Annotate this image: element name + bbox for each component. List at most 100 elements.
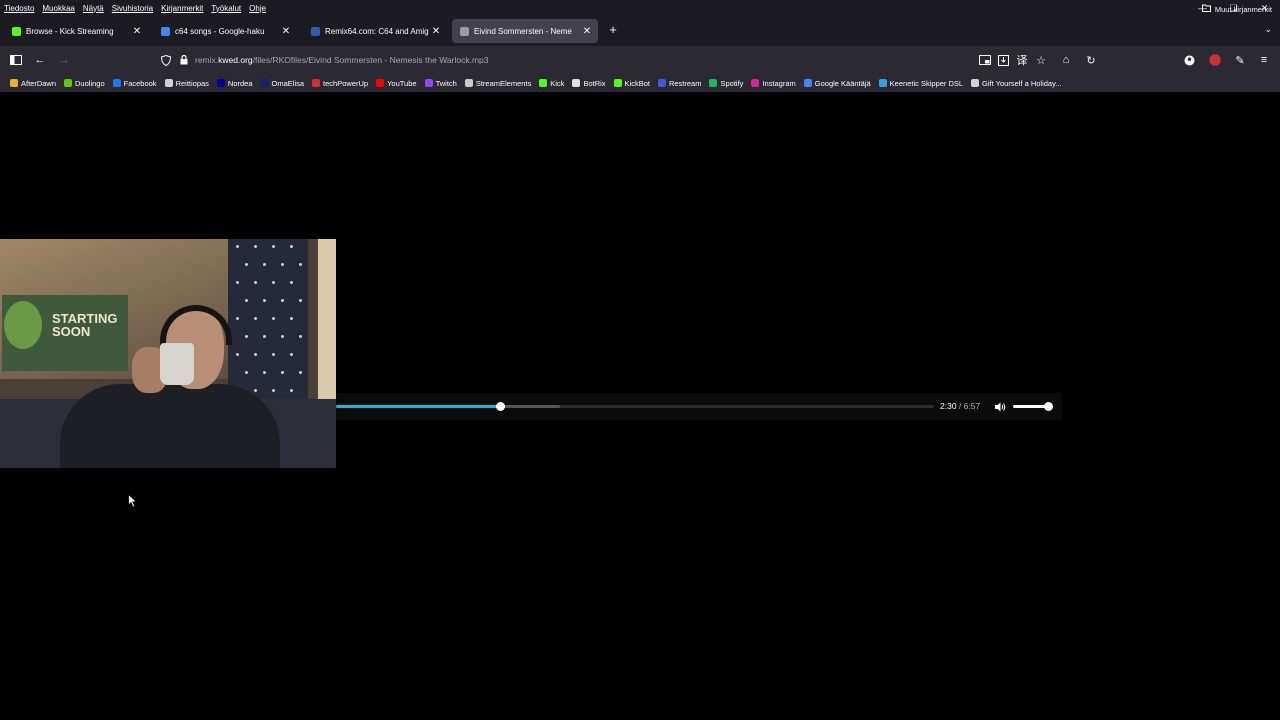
bookmark-favicon-icon — [164, 79, 173, 87]
bookmark-item[interactable]: Facebook — [112, 78, 157, 88]
tracking-shield-icon[interactable] — [158, 52, 174, 68]
tab-close-icon[interactable]: ✕ — [279, 26, 293, 37]
tab-favicon-icon — [311, 26, 320, 36]
curtain-star — [245, 371, 248, 374]
bookmark-item[interactable]: Keenetic Skipper DSL — [878, 79, 963, 88]
adblock-plus-icon[interactable] — [1207, 52, 1223, 68]
bookmark-label: Spotify — [720, 78, 744, 88]
tab-close-icon[interactable]: ✕ — [580, 26, 594, 37]
bookmark-item[interactable]: Spotify — [709, 79, 743, 88]
menu-item-0[interactable]: Tiedosto — [4, 4, 34, 13]
curtain-star — [236, 353, 239, 356]
poster-text: STARTING SOON — [52, 311, 118, 339]
bookmark-item[interactable]: Reittiopas — [164, 79, 209, 88]
curtain-star — [263, 371, 266, 374]
bookmark-item[interactable]: Instagram — [751, 78, 796, 88]
bookmark-label: Facebook — [123, 78, 157, 88]
bookmark-favicon-icon — [803, 79, 812, 87]
bookmark-label: Twitch — [435, 78, 457, 88]
bookmark-favicon-icon — [424, 79, 433, 87]
curtain-star — [236, 281, 239, 284]
curtain-star — [272, 389, 275, 392]
bookmark-item[interactable]: BotRix — [572, 78, 606, 88]
menu-item-2[interactable]: Näytä — [83, 4, 104, 13]
curtain-star — [254, 317, 257, 320]
bookmark-favicon-icon — [464, 79, 473, 87]
bookmark-label: KickBot — [624, 78, 650, 88]
bookmark-label: techPowerUp — [323, 78, 369, 88]
bookmark-favicon-icon — [312, 79, 321, 87]
curtain-star — [299, 371, 302, 374]
app-menu-icon[interactable]: ≡ — [1256, 52, 1272, 68]
new-tab-button[interactable]: + — [606, 23, 620, 37]
curtain-star — [263, 335, 266, 338]
translate-icon[interactable]: 译 — [1014, 52, 1030, 68]
curtain-star — [281, 335, 284, 338]
reload-icon[interactable]: ↻ — [1083, 52, 1099, 68]
bookmark-item[interactable]: Twitch — [424, 78, 457, 88]
back-icon[interactable]: ← — [32, 52, 48, 68]
bookmark-label: Nordea — [227, 78, 253, 88]
tab-2[interactable]: Remix64.com: C64 and Amiga M✕ — [303, 19, 447, 43]
bookmark-favicon-icon — [613, 79, 622, 87]
bookmark-label: Gift Yourself a Holiday... — [982, 78, 1062, 88]
bookmark-item[interactable]: AfterDawn — [10, 79, 56, 88]
curtain-star — [299, 299, 302, 302]
menu-item-1[interactable]: Muokkaa — [42, 4, 74, 13]
bookmark-item[interactable]: StreamElements — [464, 79, 531, 88]
curtain-star — [290, 389, 293, 392]
bookmark-item[interactable]: OmaElisa — [260, 79, 304, 88]
curtain-star — [263, 299, 266, 302]
tab-close-icon[interactable]: ✕ — [130, 26, 144, 37]
forward-icon[interactable]: → — [56, 52, 72, 68]
curtain-star — [254, 281, 257, 284]
poster-mascot — [4, 301, 42, 349]
account-icon[interactable] — [1181, 52, 1197, 68]
other-bookmarks[interactable]: Muut kirjanmerkit — [1201, 4, 1272, 14]
nav-bar: ← → remix.kwed.org/files/RKOfiles/Eivind… — [0, 46, 1280, 74]
volume-thumb[interactable] — [1044, 402, 1053, 411]
menu-item-5[interactable]: Työkalut — [211, 4, 241, 13]
lock-icon[interactable] — [176, 52, 192, 68]
home-icon[interactable]: ⌂ — [1058, 52, 1074, 68]
volume-icon[interactable] — [994, 400, 1006, 412]
time-display: 2:30 / 6:57 — [940, 401, 980, 411]
bookmark-item[interactable]: Google Kääntäjä — [803, 79, 871, 88]
menu-item-6[interactable]: Ohje — [249, 4, 266, 13]
seek-bar[interactable] — [336, 402, 934, 411]
played-range — [336, 405, 501, 408]
time-separator: / — [956, 401, 964, 411]
bookmark-label: BotRix — [583, 78, 606, 88]
save-page-icon[interactable] — [995, 52, 1011, 68]
tab-3[interactable]: Eivind Sommersten - Neme ✕ — [452, 19, 598, 43]
url-bar[interactable]: remix.kwed.org/files/RKOfiles/Eivind Som… — [152, 49, 972, 71]
tab-favicon-icon — [12, 26, 21, 36]
bookmark-item[interactable]: YouTube — [376, 79, 417, 88]
bookmark-favicon-icon — [539, 79, 548, 87]
seek-thumb[interactable] — [496, 402, 506, 411]
menu-item-3[interactable]: Sivuhistoria — [112, 4, 153, 13]
bookmark-item[interactable]: Nordea — [216, 78, 253, 88]
bookmark-label: Restream — [668, 78, 702, 88]
picture-in-picture-icon[interactable] — [977, 52, 993, 68]
bookmark-item[interactable]: Gift Yourself a Holiday... — [971, 79, 1062, 88]
tab-0[interactable]: Browse - Kick Streaming ✕ — [4, 19, 148, 43]
bookmark-item[interactable]: KickBot — [613, 78, 650, 88]
sidebar-icon[interactable] — [8, 52, 24, 68]
bookmark-item[interactable]: Restream — [657, 78, 702, 88]
tab-close-icon[interactable]: ✕ — [429, 26, 443, 37]
bookmark-favicon-icon — [260, 79, 269, 87]
bookmark-item[interactable]: Duolingo — [64, 79, 105, 88]
tab-1[interactable]: c64 songs - Google-haku ✕ — [153, 19, 297, 43]
curtain-star — [290, 353, 293, 356]
audio-player[interactable]: 2:30 / 6:57 — [336, 393, 1062, 420]
bookmark-favicon-icon — [112, 79, 121, 87]
bookmark-item[interactable]: techPowerUp — [312, 79, 368, 88]
bookmark-label: Instagram — [762, 78, 796, 88]
tab-list-chevron-icon[interactable]: ⌄ — [1264, 24, 1272, 35]
menu-item-4[interactable]: Kirjanmerkit — [161, 4, 203, 13]
bookmark-item[interactable]: Kick — [539, 79, 564, 88]
bookmark-star-icon[interactable]: ☆ — [1033, 52, 1049, 68]
extensions-icon[interactable]: ✎ — [1232, 52, 1248, 68]
tab-title: Eivind Sommersten - Neme — [474, 26, 572, 36]
